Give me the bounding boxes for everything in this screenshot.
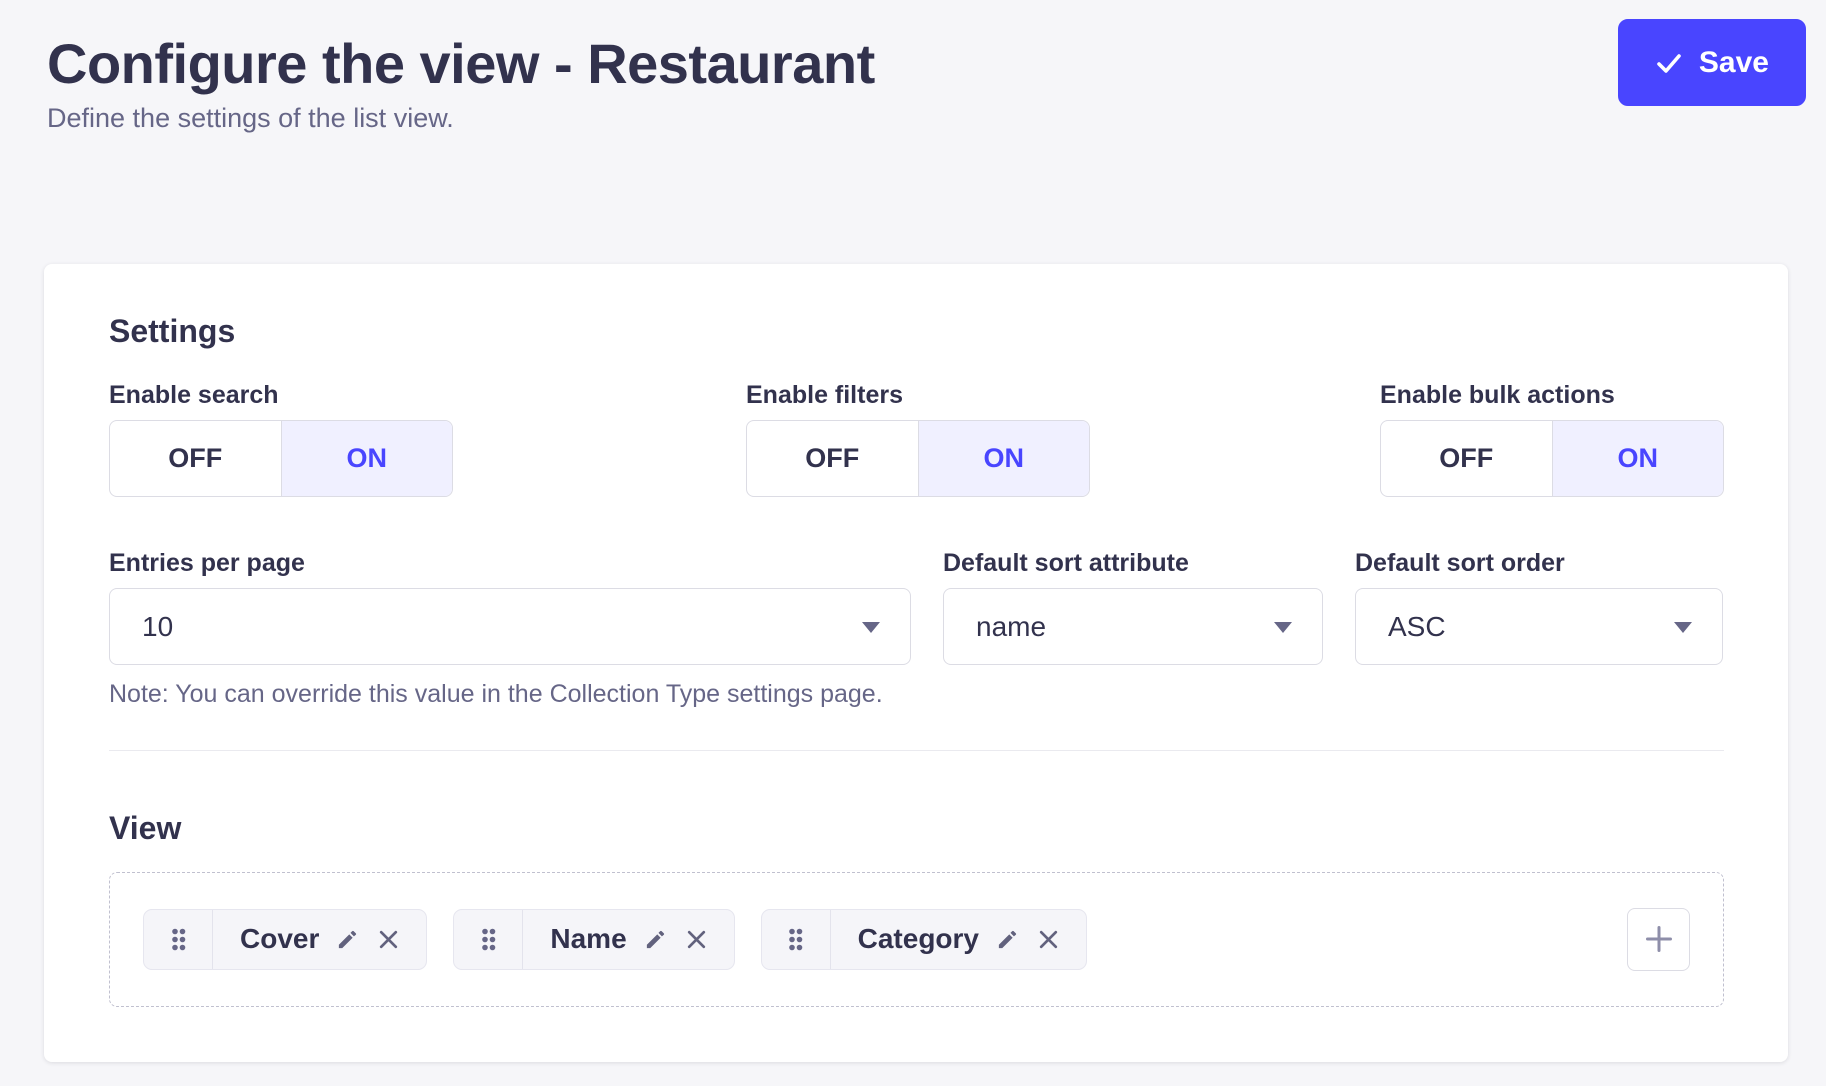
- pencil-icon: [644, 928, 667, 951]
- default-sort-attribute-field: Default sort attribute name: [943, 551, 1323, 709]
- edit-field-button[interactable]: [644, 928, 667, 951]
- enable-bulk-actions-toggle[interactable]: OFF ON: [1380, 420, 1724, 497]
- enable-search-toggle[interactable]: OFF ON: [109, 420, 453, 497]
- field-chip-label: Name: [550, 923, 626, 955]
- drag-handle-icon: [788, 927, 803, 952]
- enable-search-off-button[interactable]: OFF: [110, 421, 281, 496]
- select-label: Default sort attribute: [943, 551, 1323, 576]
- save-button-label: Save: [1699, 46, 1769, 80]
- pencil-icon: [996, 928, 1019, 951]
- chevron-down-icon: [862, 622, 880, 633]
- enable-filters-off-button[interactable]: OFF: [747, 421, 918, 496]
- field-chip-cover[interactable]: Cover: [143, 909, 427, 970]
- field-chip-label: Cover: [240, 923, 319, 955]
- page-title: Configure the view - Restaurant: [47, 30, 1826, 97]
- enable-search-on-button[interactable]: ON: [281, 421, 453, 496]
- default-sort-order-select[interactable]: ASC: [1355, 588, 1723, 665]
- drag-handle[interactable]: [762, 910, 831, 969]
- remove-field-button[interactable]: [1036, 927, 1061, 952]
- field-chip-name[interactable]: Name: [453, 909, 734, 970]
- select-value: ASC: [1388, 611, 1446, 643]
- toggle-label: Enable search: [109, 383, 746, 408]
- close-icon: [684, 927, 709, 952]
- toggle-field-enable-search: Enable search OFF ON: [109, 383, 746, 497]
- field-chip-label: Category: [858, 923, 979, 955]
- field-chip-category[interactable]: Category: [761, 909, 1087, 970]
- settings-heading: Settings: [109, 314, 1724, 349]
- toggle-label: Enable filters: [746, 383, 1380, 408]
- close-icon: [376, 927, 401, 952]
- toggle-field-enable-bulk-actions: Enable bulk actions OFF ON: [1380, 383, 1723, 497]
- entries-per-page-note: Note: You can override this value in the…: [109, 679, 911, 709]
- chevron-down-icon: [1674, 622, 1692, 633]
- section-divider: [109, 750, 1724, 751]
- view-fields-drop-zone: Cover: [109, 872, 1724, 1007]
- drag-handle-icon: [171, 927, 186, 952]
- default-sort-order-field: Default sort order ASC: [1355, 551, 1723, 709]
- settings-card: Settings Enable search OFF ON Enable fil…: [44, 264, 1788, 1062]
- enable-bulk-actions-off-button[interactable]: OFF: [1381, 421, 1552, 496]
- view-heading: View: [109, 811, 1724, 846]
- edit-field-button[interactable]: [996, 928, 1019, 951]
- close-icon: [1036, 927, 1061, 952]
- enable-filters-toggle[interactable]: OFF ON: [746, 420, 1090, 497]
- select-label: Entries per page: [109, 551, 911, 576]
- select-value: 10: [142, 611, 173, 643]
- pencil-icon: [336, 928, 359, 951]
- drag-handle[interactable]: [144, 910, 213, 969]
- select-value: name: [976, 611, 1046, 643]
- add-field-button[interactable]: [1627, 908, 1690, 971]
- edit-field-button[interactable]: [336, 928, 359, 951]
- chevron-down-icon: [1274, 622, 1292, 633]
- page-header: Configure the view - Restaurant Define t…: [0, 0, 1826, 134]
- save-button[interactable]: Save: [1618, 19, 1806, 106]
- toggles-row: Enable search OFF ON Enable filters OFF …: [109, 383, 1724, 497]
- select-label: Default sort order: [1355, 551, 1723, 576]
- default-sort-attribute-select[interactable]: name: [943, 588, 1323, 665]
- drag-handle-icon: [481, 927, 496, 952]
- enable-filters-on-button[interactable]: ON: [918, 421, 1090, 496]
- selects-row: Entries per page 10 Note: You can overri…: [109, 551, 1724, 709]
- entries-per-page-field: Entries per page 10 Note: You can overri…: [109, 551, 911, 709]
- drag-handle[interactable]: [454, 910, 523, 969]
- remove-field-button[interactable]: [376, 927, 401, 952]
- enable-bulk-actions-on-button[interactable]: ON: [1552, 421, 1724, 496]
- check-icon: [1655, 49, 1683, 77]
- toggle-field-enable-filters: Enable filters OFF ON: [746, 383, 1380, 497]
- page-subtitle: Define the settings of the list view.: [47, 103, 1826, 134]
- remove-field-button[interactable]: [684, 927, 709, 952]
- toggle-label: Enable bulk actions: [1380, 383, 1723, 408]
- plus-icon: [1644, 924, 1674, 954]
- entries-per-page-select[interactable]: 10: [109, 588, 911, 665]
